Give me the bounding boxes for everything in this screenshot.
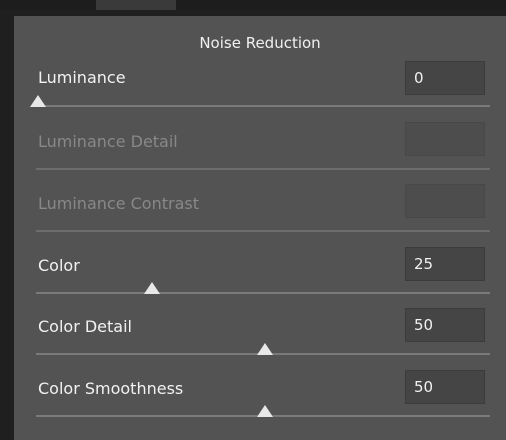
active-tab[interactable] — [96, 0, 176, 10]
luminance-contrast-slider-track — [36, 230, 490, 232]
color-label: Color — [38, 256, 80, 275]
color-detail-label: Color Detail — [38, 317, 132, 336]
color-slider-thumb[interactable] — [143, 282, 160, 294]
color-smoothness-slider-thumb[interactable] — [257, 405, 273, 417]
luminance-detail-label: Luminance Detail — [38, 132, 178, 151]
luminance-contrast-label: Luminance Contrast — [38, 194, 199, 213]
color-smoothness-value-input[interactable]: 50 — [405, 370, 485, 404]
color-detail-slider-thumb[interactable] — [257, 343, 273, 355]
luminance-value-input[interactable]: 0 — [405, 61, 485, 95]
tab-strip — [0, 0, 506, 10]
color-smoothness-label: Color Smoothness — [38, 379, 184, 398]
color-detail-value-input[interactable]: 50 — [405, 308, 485, 342]
luminance-detail-slider-track — [36, 168, 490, 170]
luminance-detail-value-input — [405, 122, 485, 156]
luminance-slider-track[interactable] — [36, 105, 490, 107]
noise-reduction-panel: Noise Reduction Luminance 0 Luminance De… — [14, 16, 506, 440]
color-slider-track[interactable] — [36, 292, 490, 294]
color-value-input[interactable]: 25 — [405, 247, 485, 281]
luminance-label: Luminance — [38, 68, 126, 87]
luminance-contrast-value-input — [405, 184, 485, 218]
panel-title: Noise Reduction — [199, 34, 321, 52]
luminance-slider-thumb[interactable] — [30, 95, 46, 107]
